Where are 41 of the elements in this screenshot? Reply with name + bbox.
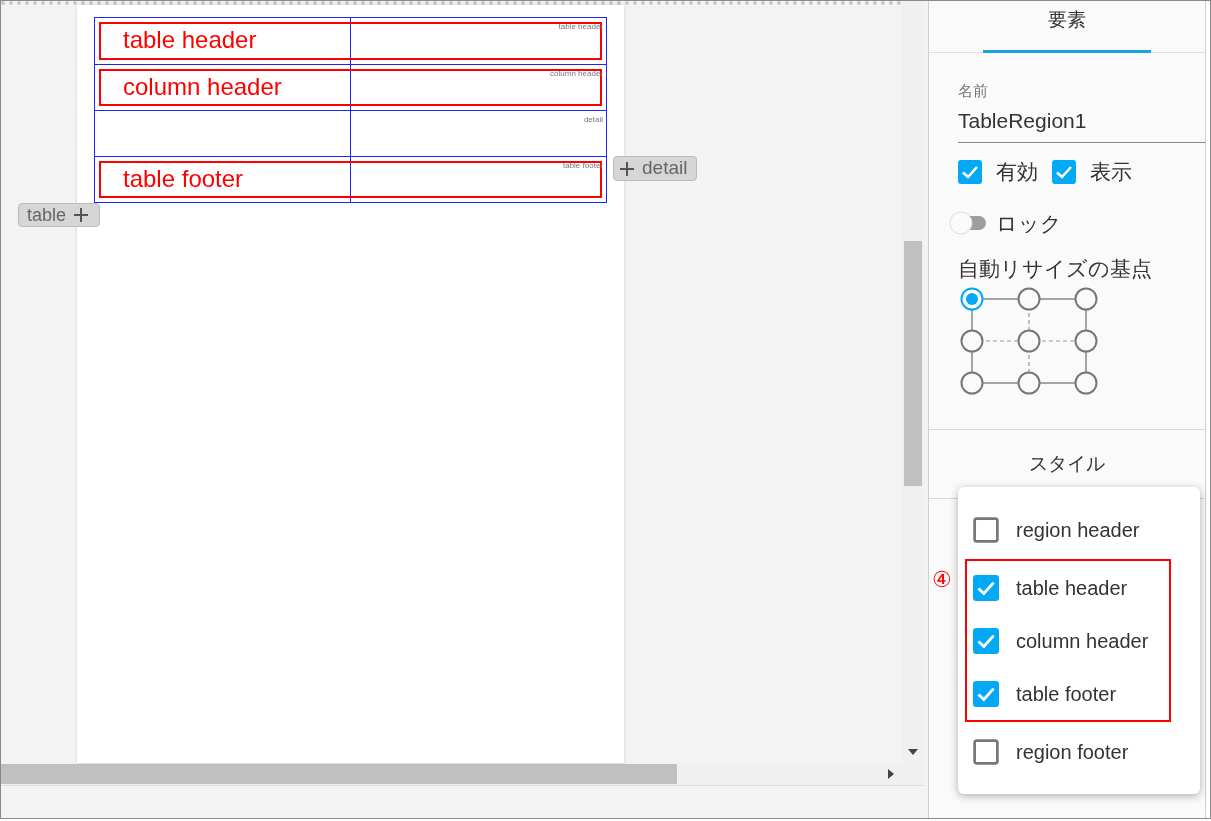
checkbox[interactable] bbox=[973, 516, 999, 543]
add-detail-button[interactable]: detail bbox=[613, 156, 697, 181]
scroll-down-icon[interactable] bbox=[908, 749, 918, 755]
anchor-radio[interactable] bbox=[1074, 371, 1098, 395]
section-label: 自動リサイズの基点 bbox=[958, 256, 1153, 282]
menu-item[interactable]: table header bbox=[967, 561, 1169, 614]
checkbox-label: 有効 bbox=[996, 159, 1038, 185]
scroll-right-icon[interactable] bbox=[888, 769, 894, 779]
anchor-radio[interactable] bbox=[1074, 287, 1098, 311]
checkbox[interactable] bbox=[973, 738, 999, 765]
checkbox[interactable] bbox=[1052, 159, 1076, 184]
anchor-radio[interactable] bbox=[1017, 329, 1041, 353]
menu-item[interactable]: table footer bbox=[967, 667, 1169, 720]
name-field[interactable]: TableRegion1 bbox=[958, 106, 1205, 143]
checkbox[interactable] bbox=[973, 574, 999, 601]
anchor-radio[interactable] bbox=[1017, 371, 1041, 395]
anchor-radio[interactable] bbox=[960, 287, 984, 311]
checkbox-label: 表示 bbox=[1090, 159, 1132, 185]
region-tag: detail bbox=[583, 115, 603, 125]
field-label: 名前 bbox=[958, 81, 989, 101]
anchor-radio[interactable] bbox=[960, 371, 984, 395]
toggle-label: ロック bbox=[996, 210, 1062, 237]
section-title: スタイル bbox=[1029, 451, 1105, 476]
plus-icon bbox=[74, 208, 89, 222]
annotation-marker: ④ bbox=[932, 567, 952, 593]
checkbox[interactable] bbox=[973, 680, 999, 707]
toggle-switch[interactable] bbox=[948, 211, 988, 236]
add-table-button[interactable]: table bbox=[18, 203, 100, 227]
horizontal-scrollbar[interactable] bbox=[1, 763, 924, 785]
anchor-radio[interactable] bbox=[1074, 329, 1098, 353]
scrollbar-thumb[interactable] bbox=[904, 241, 922, 486]
plus-icon bbox=[620, 161, 634, 176]
checkbox[interactable] bbox=[973, 627, 999, 654]
menu-item[interactable]: region header bbox=[958, 500, 1200, 559]
panel-tab[interactable]: 要素 bbox=[983, 1, 1151, 53]
menu-item[interactable]: region footer bbox=[958, 722, 1200, 781]
anchor-radio[interactable] bbox=[1017, 287, 1041, 311]
menu-item[interactable]: column header bbox=[967, 614, 1169, 667]
scrollbar-thumb[interactable] bbox=[1, 764, 677, 784]
anchor-radio[interactable] bbox=[960, 329, 984, 353]
checkbox[interactable] bbox=[958, 159, 982, 184]
